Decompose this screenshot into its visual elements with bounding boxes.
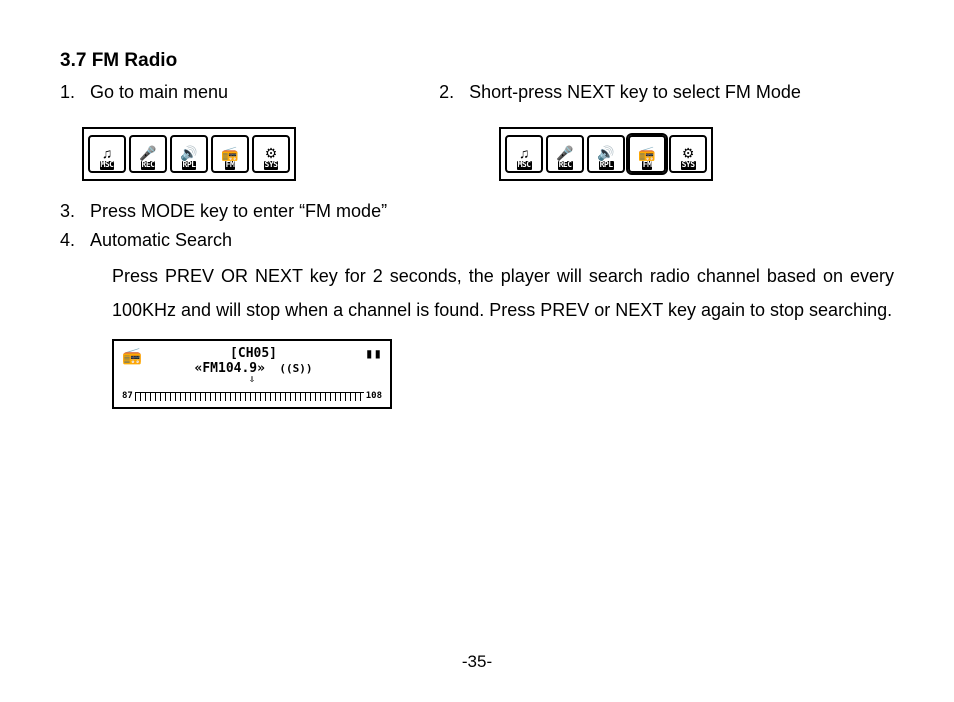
music-note-icon: ♫ bbox=[519, 146, 530, 160]
fm-scale-start: 87 bbox=[122, 391, 133, 401]
step-1-num: 1. bbox=[60, 82, 90, 103]
step-4: 4. Automatic Search bbox=[60, 230, 894, 251]
step-2-num: 2. bbox=[439, 82, 469, 103]
speaker-icon: 🔊 bbox=[597, 146, 614, 160]
step-4-body: Press PREV OR NEXT key for 2 seconds, th… bbox=[112, 259, 894, 327]
menu-icon-rec-2: 🎤 REC bbox=[546, 135, 584, 173]
fm-scale-ticks bbox=[135, 392, 364, 401]
section-title: 3.7 FM Radio bbox=[60, 50, 894, 72]
menu-icon-sys: ⚙ SYS bbox=[252, 135, 290, 173]
fm-radio-glyph-icon: 📻 bbox=[122, 347, 142, 365]
lcd-menu-1: ♫ MSC 🎤 REC 🔊 RPL 📻 FM ⚙ SYS bbox=[82, 127, 296, 181]
fm-channel: [CH05] bbox=[230, 346, 277, 361]
step-2: 2. Short-press NEXT key to select FM Mod… bbox=[439, 82, 894, 103]
radio-icon: 📻 bbox=[638, 146, 655, 160]
fm-battery-icon: ▮▮ bbox=[365, 347, 382, 362]
menu-icon-fm-2-selected: 📻 FM bbox=[628, 135, 666, 173]
step-2-text: Short-press NEXT key to select FM Mode bbox=[469, 82, 894, 103]
menu-icon-sys-2: ⚙ SYS bbox=[669, 135, 707, 173]
music-note-icon: ♫ bbox=[102, 146, 113, 160]
microphone-icon: 🎤 bbox=[556, 146, 573, 160]
fm-arrow-down-icon: ⇩ bbox=[122, 376, 382, 384]
step-1-text: Go to main menu bbox=[90, 82, 439, 103]
radio-icon: 📻 bbox=[221, 146, 238, 160]
speaker-icon: 🔊 bbox=[180, 146, 197, 160]
menu-icon-msc-2: ♫ MSC bbox=[505, 135, 543, 173]
menu-icon-fm: 📻 FM bbox=[211, 135, 249, 173]
step-3: 3. Press MODE key to enter “FM mode” bbox=[60, 201, 894, 222]
step-3-text: Press MODE key to enter “FM mode” bbox=[90, 201, 894, 222]
settings-icon: ⚙ bbox=[265, 146, 278, 160]
menu-icon-rpl-2: 🔊 RPL bbox=[587, 135, 625, 173]
fm-stereo-icon: ((S)) bbox=[273, 362, 313, 375]
page-number: -35- bbox=[0, 652, 954, 672]
step-4-num: 4. bbox=[60, 230, 90, 251]
fm-scale-end: 108 bbox=[366, 391, 382, 401]
menu-icon-msc: ♫ MSC bbox=[88, 135, 126, 173]
lcd-fm-display: 📻 [CH05] ▮▮ «FM104.9» ((S)) ⇩ 87 108 bbox=[112, 339, 392, 409]
fm-scale: 87 108 bbox=[122, 391, 382, 401]
step-3-num: 3. bbox=[60, 201, 90, 222]
settings-icon: ⚙ bbox=[682, 146, 695, 160]
menu-icon-rpl: 🔊 RPL bbox=[170, 135, 208, 173]
menu-icon-rec: 🎤 REC bbox=[129, 135, 167, 173]
microphone-icon: 🎤 bbox=[139, 146, 156, 160]
step-4-text: Automatic Search bbox=[90, 230, 894, 251]
lcd-menu-2: ♫ MSC 🎤 REC 🔊 RPL 📻 FM ⚙ SYS bbox=[499, 127, 713, 181]
step-1: 1. Go to main menu bbox=[60, 82, 439, 103]
